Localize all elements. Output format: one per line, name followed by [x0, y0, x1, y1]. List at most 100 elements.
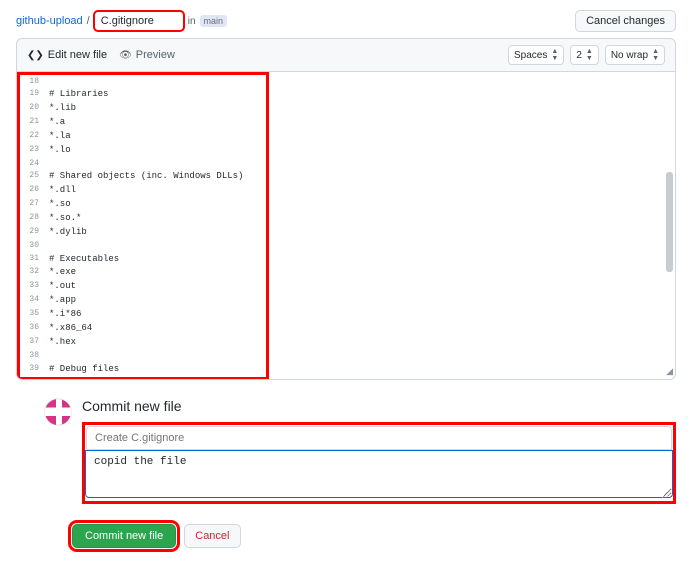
line-content: *.hex	[49, 336, 76, 350]
line-number: 37	[17, 336, 49, 350]
line-content: # Shared objects (inc. Windows DLLs)	[49, 170, 243, 184]
code-line[interactable]: 23*.lo	[17, 144, 675, 158]
line-number: 38	[17, 350, 49, 362]
code-line[interactable]: 20*.lib	[17, 102, 675, 116]
line-number: 27	[17, 198, 49, 212]
line-content: *.i*86	[49, 308, 81, 322]
line-number: 32	[17, 266, 49, 280]
line-content: # Executables	[49, 253, 119, 267]
commit-summary-input[interactable]	[86, 426, 672, 450]
line-number: 21	[17, 116, 49, 130]
line-number: 19	[17, 88, 49, 102]
wrap-mode-select[interactable]: No wrap▲▼	[605, 45, 665, 65]
code-line[interactable]: 28*.so.*	[17, 212, 675, 226]
commit-heading: Commit new file	[82, 398, 676, 414]
file-header: ❮❯ Edit new file 👁 Preview Spaces▲▼ 2▲▼ …	[16, 38, 676, 72]
line-number: 33	[17, 280, 49, 294]
code-line[interactable]: 34*.app	[17, 294, 675, 308]
line-number: 36	[17, 322, 49, 336]
branch-label[interactable]: main	[200, 15, 228, 27]
code-line[interactable]: 26*.dll	[17, 184, 675, 198]
code-line[interactable]: 25# Shared objects (inc. Windows DLLs)	[17, 170, 675, 184]
code-line[interactable]: 36*.x86_64	[17, 322, 675, 336]
cancel-changes-button[interactable]: Cancel changes	[575, 10, 676, 32]
cancel-button[interactable]: Cancel	[184, 524, 240, 548]
tab-edit-label: Edit new file	[48, 49, 107, 61]
line-content: # Debug files	[49, 363, 119, 377]
editor-container: 1819# Libraries20*.lib21*.a22*.la23*.lo2…	[16, 72, 676, 380]
line-content: *.so.*	[49, 212, 81, 226]
line-number: 26	[17, 184, 49, 198]
line-number: 22	[17, 130, 49, 144]
eye-icon: 👁	[119, 50, 132, 61]
line-content: *.so	[49, 198, 71, 212]
code-line[interactable]: 37*.hex	[17, 336, 675, 350]
line-number: 29	[17, 226, 49, 240]
line-content: *.a	[49, 116, 65, 130]
scrollbar-thumb[interactable]	[666, 172, 673, 272]
line-content: # Libraries	[49, 88, 108, 102]
line-content: *.exe	[49, 266, 76, 280]
tab-edit[interactable]: ❮❯ Edit new file	[27, 49, 107, 61]
code-line[interactable]: 31# Executables	[17, 253, 675, 267]
code-line[interactable]: 35*.i*86	[17, 308, 675, 322]
commit-actions: Commit new file Cancel	[72, 524, 676, 548]
line-number: 31	[17, 253, 49, 267]
filename-input[interactable]	[94, 11, 184, 31]
top-bar: github-upload / in main Cancel changes	[0, 0, 692, 38]
commit-body: Commit new file	[82, 398, 676, 504]
line-number: 39	[17, 363, 49, 377]
breadcrumb: github-upload / in main	[16, 11, 227, 31]
indent-mode-select[interactable]: Spaces▲▼	[508, 45, 564, 65]
code-icon: ❮❯	[27, 50, 44, 61]
line-content: *.dylib	[49, 226, 87, 240]
line-content: *.la	[49, 130, 71, 144]
commit-section: Commit new file	[44, 398, 676, 504]
code-line[interactable]: 30	[17, 240, 675, 252]
line-content: *.out	[49, 280, 76, 294]
summary-block	[82, 422, 676, 504]
in-label: in	[188, 16, 196, 27]
tab-preview-label: Preview	[136, 49, 175, 61]
code-line[interactable]: 39# Debug files	[17, 363, 675, 377]
slash-sep: /	[87, 15, 90, 27]
line-number: 30	[17, 240, 49, 252]
indent-size-select[interactable]: 2▲▼	[570, 45, 599, 65]
code-line[interactable]: 27*.so	[17, 198, 675, 212]
commit-description-input[interactable]	[85, 450, 673, 498]
code-line[interactable]: 40*.dSYM/	[17, 376, 675, 379]
avatar	[44, 398, 72, 426]
line-number: 24	[17, 158, 49, 170]
code-line[interactable]: 32*.exe	[17, 266, 675, 280]
commit-button[interactable]: Commit new file	[72, 524, 176, 548]
resize-corner-icon[interactable]: ◢	[666, 366, 673, 377]
resize-grip-icon[interactable]	[662, 490, 670, 498]
line-number: 25	[17, 170, 49, 184]
line-content: *.lo	[49, 144, 71, 158]
line-number: 23	[17, 144, 49, 158]
code-line[interactable]: 29*.dylib	[17, 226, 675, 240]
code-line[interactable]: 38	[17, 350, 675, 362]
code-line[interactable]: 33*.out	[17, 280, 675, 294]
line-content: *.app	[49, 294, 76, 308]
line-number: 40	[17, 376, 49, 379]
code-line[interactable]: 19# Libraries	[17, 88, 675, 102]
code-line[interactable]: 18	[17, 76, 675, 88]
line-number: 20	[17, 102, 49, 116]
line-number: 18	[17, 76, 49, 88]
code-line[interactable]: 24	[17, 158, 675, 170]
code-line[interactable]: 22*.la	[17, 130, 675, 144]
line-number: 34	[17, 294, 49, 308]
line-content: *.x86_64	[49, 322, 92, 336]
line-content: *.lib	[49, 102, 76, 116]
tab-preview[interactable]: 👁 Preview	[119, 49, 175, 61]
line-content: *.dSYM/	[49, 376, 87, 379]
editor-tabs: ❮❯ Edit new file 👁 Preview	[27, 49, 175, 61]
line-number: 28	[17, 212, 49, 226]
code-line[interactable]: 21*.a	[17, 116, 675, 130]
view-options: Spaces▲▼ 2▲▼ No wrap▲▼	[508, 45, 665, 65]
line-content: *.dll	[49, 184, 76, 198]
line-number: 35	[17, 308, 49, 322]
repo-link[interactable]: github-upload	[16, 15, 83, 27]
code-editor[interactable]: 1819# Libraries20*.lib21*.a22*.la23*.lo2…	[17, 72, 675, 379]
